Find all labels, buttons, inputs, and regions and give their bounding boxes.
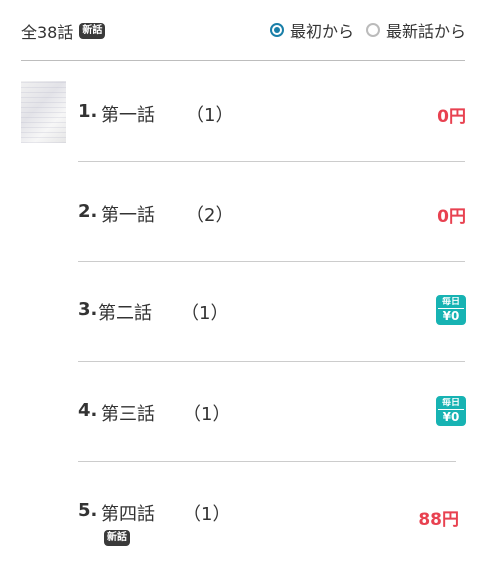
episode-row-5[interactable]: 5. 第四話 （1） 88円 新話 [0, 462, 495, 561]
episode-title: 第一話 [101, 105, 155, 126]
episode-subtitle: （1） [186, 105, 234, 126]
radio-selected-icon[interactable] [269, 23, 284, 37]
daily-free-badge-top: 毎日 [441, 398, 460, 408]
radio-unselected-icon[interactable] [365, 23, 380, 37]
episode-price: 0円 [437, 107, 466, 127]
daily-free-badge-bottom: ¥0 [438, 308, 464, 323]
episode-title: 第四話 [101, 504, 155, 525]
episode-row-1[interactable]: 1. 第一話 （1） 0円 [0, 61, 495, 160]
episode-number: 2. [78, 201, 98, 222]
episode-price: 0円 [437, 207, 466, 227]
episode-subtitle: （1） [183, 504, 231, 525]
episode-subtitle: （1） [181, 303, 229, 324]
episode-row-4[interactable]: 4. 第三話 （1） 毎日 ¥0 [0, 362, 495, 461]
new-episode-badge: 新話 [104, 530, 130, 546]
episode-number: 5. [78, 500, 98, 521]
episode-number: 1. [78, 101, 98, 122]
episode-subtitle: （2） [186, 205, 234, 226]
daily-free-badge-top: 毎日 [441, 297, 460, 307]
episode-number: 3. [78, 299, 98, 320]
sort-option-oldest[interactable]: 最初から [269, 18, 354, 42]
sort-order-selector: 最初から 最新話から [269, 18, 466, 42]
episode-list-header: 全38話 新話 最初から 最新話から [0, 0, 495, 60]
episode-title: 第一話 [101, 205, 155, 226]
episode-number: 4. [78, 400, 98, 421]
episode-title: 第二話 [98, 303, 152, 324]
episode-row-2[interactable]: 2. 第一話 （2） 0円 [0, 162, 495, 261]
daily-free-badge: 毎日 ¥0 [436, 295, 466, 325]
episode-subtitle: （1） [183, 404, 231, 425]
episode-count: 全38話 新話 [21, 19, 106, 43]
episode-price: 88円 [418, 510, 459, 530]
episode-title: 第三話 [101, 404, 155, 425]
sort-option-oldest-label[interactable]: 最初から [290, 18, 354, 42]
sort-option-newest[interactable]: 最新話から [365, 18, 466, 42]
episode-count-label: 全38話 [21, 23, 74, 42]
episode-row-3[interactable]: 3. 第二話 （1） 毎日 ¥0 [0, 262, 495, 361]
sort-option-newest-label[interactable]: 最新話から [386, 18, 466, 42]
daily-free-badge: 毎日 ¥0 [436, 396, 466, 426]
new-episode-badge: 新話 [79, 23, 106, 39]
daily-free-badge-bottom: ¥0 [438, 409, 464, 424]
